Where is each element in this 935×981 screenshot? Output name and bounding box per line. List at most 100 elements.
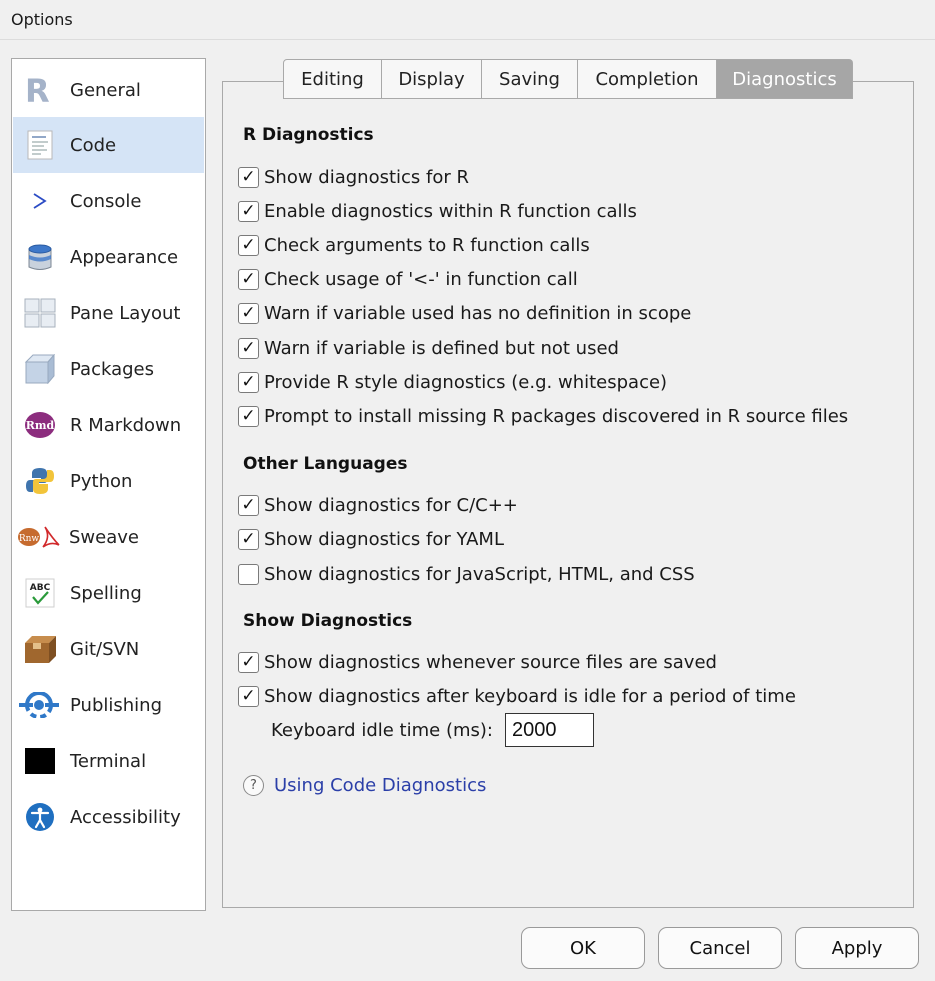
sidebar-item-general[interactable]: R General — [13, 62, 204, 118]
sidebar-item-accessibility[interactable]: Accessibility — [13, 789, 204, 845]
sidebar-item-code[interactable]: Code — [13, 117, 204, 173]
tab-diagnostics[interactable]: Diagnostics — [717, 59, 853, 99]
sidebar-item-label: Git/SVN — [70, 638, 140, 660]
checkbox[interactable]: ✓ — [238, 494, 259, 516]
option-label: Check usage of '<-' in function call — [264, 268, 578, 290]
option-warn-unused-variable[interactable]: ✓ Warn if variable is defined but not us… — [238, 335, 619, 361]
option-diagnostics-yaml[interactable]: ✓ Show diagnostics for YAML — [238, 526, 504, 552]
svg-text:ABC: ABC — [30, 583, 51, 593]
checkbox[interactable]: ✓ — [238, 268, 259, 290]
tab-display[interactable]: Display — [382, 59, 482, 99]
option-warn-undefined-variable[interactable]: ✓ Warn if variable used has no definitio… — [238, 300, 691, 326]
publishing-icon — [19, 688, 59, 722]
option-diagnostics-c-cpp[interactable]: ✓ Show diagnostics for C/C++ — [238, 492, 518, 518]
option-label: Prompt to install missing R packages dis… — [264, 405, 849, 427]
sidebar-item-label: Sweave — [69, 526, 139, 548]
accessibility-icon — [23, 800, 57, 834]
sidebar-item-console[interactable]: Console — [13, 173, 204, 229]
sidebar-item-label: Accessibility — [70, 806, 181, 828]
sidebar-item-pane-layout[interactable]: Pane Layout — [13, 285, 204, 341]
section-title-r-diagnostics: R Diagnostics — [243, 125, 374, 145]
tab-label: Completion — [595, 68, 699, 90]
checkbox[interactable]: ✓ — [238, 651, 259, 673]
option-prompt-install-packages[interactable]: ✓ Prompt to install missing R packages d… — [238, 403, 848, 429]
option-label: Check arguments to R function calls — [264, 234, 590, 256]
svg-text:Rnw: Rnw — [19, 534, 40, 544]
python-icon — [23, 464, 57, 498]
option-label: Warn if variable used has no definition … — [264, 302, 692, 324]
sidebar-item-git-svn[interactable]: Git/SVN — [13, 621, 204, 677]
option-diagnostics-on-save[interactable]: ✓ Show diagnostics whenever source files… — [238, 649, 717, 675]
sidebar-item-label: Packages — [70, 358, 154, 380]
option-style-diagnostics[interactable]: ✓ Provide R style diagnostics (e.g. whit… — [238, 369, 667, 395]
checkbox[interactable] — [238, 563, 259, 585]
checkbox[interactable]: ✓ — [238, 200, 259, 222]
keyboard-idle-input[interactable] — [504, 713, 594, 747]
sidebar-item-publishing[interactable]: Publishing — [13, 677, 204, 733]
terminal-icon — [23, 744, 57, 778]
option-label: Show diagnostics for C/C++ — [264, 494, 518, 516]
sidebar-item-python[interactable]: Python — [13, 453, 204, 509]
sweave-icon: Rnw — [17, 520, 61, 554]
sidebar-item-sweave[interactable]: Rnw Sweave — [13, 509, 204, 565]
code-document-icon — [23, 128, 57, 162]
pane-layout-icon — [23, 296, 57, 330]
option-check-assignment-usage[interactable]: ✓ Check usage of '<-' in function call — [238, 266, 578, 292]
sidebar-item-label: Appearance — [70, 246, 179, 268]
help-link-label: Using Code Diagnostics — [274, 775, 487, 796]
checkbox[interactable]: ✓ — [238, 337, 259, 359]
sidebar-item-label: Console — [70, 190, 142, 212]
sidebar-item-label: R Markdown — [70, 414, 182, 436]
checkbox[interactable]: ✓ — [238, 528, 259, 550]
option-label: Warn if variable is defined but not used — [264, 337, 619, 359]
option-check-arguments[interactable]: ✓ Check arguments to R function calls — [238, 232, 590, 258]
spelling-abc-icon: ABC — [23, 576, 57, 610]
cancel-button[interactable]: Cancel — [658, 927, 782, 969]
tab-saving[interactable]: Saving — [482, 59, 578, 99]
option-label: Provide R style diagnostics (e.g. whites… — [264, 371, 668, 393]
sidebar-item-label: General — [70, 79, 141, 101]
option-enable-diagnostics-function-calls[interactable]: ✓ Enable diagnostics within R function c… — [238, 198, 637, 224]
package-box-icon — [23, 352, 57, 386]
sidebar-item-label: Spelling — [70, 582, 142, 604]
ok-button[interactable]: OK — [521, 927, 645, 969]
checkbox[interactable]: ✓ — [238, 371, 259, 393]
svg-text:R: R — [25, 75, 50, 105]
option-diagnostics-js-html-css[interactable]: Show diagnostics for JavaScript, HTML, a… — [238, 561, 695, 587]
section-title-other-languages: Other Languages — [243, 454, 408, 474]
option-label: Enable diagnostics within R function cal… — [264, 200, 637, 222]
sidebar-item-label: Terminal — [70, 750, 147, 772]
sidebar-item-terminal[interactable]: Terminal — [13, 733, 204, 789]
option-label: Show diagnostics whenever source files a… — [264, 651, 717, 673]
sidebar-item-spelling[interactable]: ABC Spelling — [13, 565, 204, 621]
tab-editing[interactable]: Editing — [283, 59, 382, 99]
checkbox[interactable]: ✓ — [238, 685, 259, 707]
option-show-diagnostics-r[interactable]: ✓ Show diagnostics for R — [238, 164, 469, 190]
checkbox[interactable]: ✓ — [238, 405, 259, 427]
sidebar-item-r-markdown[interactable]: Rmd R Markdown — [13, 397, 204, 453]
rmd-icon: Rmd — [23, 408, 57, 442]
tab-completion[interactable]: Completion — [578, 59, 717, 99]
r-logo-icon: R — [23, 73, 57, 107]
using-code-diagnostics-link[interactable]: ? Using Code Diagnostics — [243, 775, 486, 796]
svg-text:Rmd: Rmd — [26, 419, 55, 432]
checkbox[interactable]: ✓ — [238, 302, 259, 324]
git-box-icon — [23, 632, 57, 666]
apply-button[interactable]: Apply — [795, 927, 919, 969]
section-title-show-diagnostics: Show Diagnostics — [243, 611, 413, 631]
option-diagnostics-on-idle[interactable]: ✓ Show diagnostics after keyboard is idl… — [238, 683, 796, 709]
keyboard-idle-label: Keyboard idle time (ms): — [271, 719, 493, 741]
tab-label: Saving — [499, 68, 560, 90]
window-titlebar: Options — [0, 0, 935, 40]
sidebar-item-appearance[interactable]: Appearance — [13, 229, 204, 285]
checkbox[interactable]: ✓ — [238, 234, 259, 256]
sidebar-item-label: Publishing — [70, 694, 162, 716]
tab-label: Display — [398, 68, 465, 90]
option-label: Show diagnostics for JavaScript, HTML, a… — [264, 563, 695, 585]
sidebar-item-label: Code — [70, 134, 117, 156]
sidebar-item-packages[interactable]: Packages — [13, 341, 204, 397]
option-label: Show diagnostics for YAML — [264, 528, 504, 550]
options-tab-strip: Editing Display Saving Completion Diagno… — [283, 59, 853, 99]
checkbox[interactable]: ✓ — [238, 166, 259, 188]
console-prompt-icon — [23, 184, 57, 218]
